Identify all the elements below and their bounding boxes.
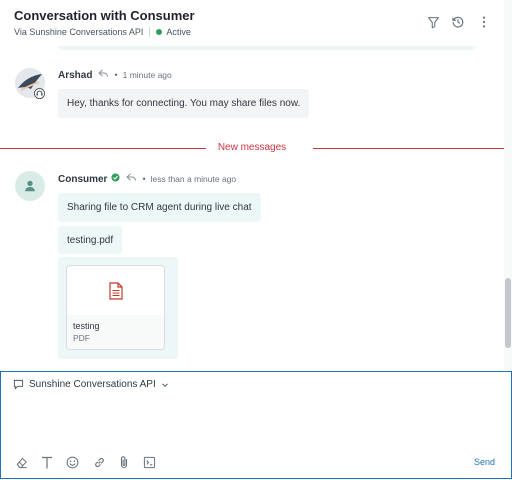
emoji-icon[interactable] <box>65 455 79 469</box>
status-indicator <box>156 29 163 35</box>
agent-name: Arshad <box>58 69 93 81</box>
page-title: Conversation with Consumer <box>14 8 195 23</box>
eraser-icon[interactable] <box>14 455 28 469</box>
attachment-info: testing PDF <box>67 315 164 349</box>
status-label: Active <box>166 27 191 37</box>
agent-message-time: 1 minute ago <box>122 70 172 80</box>
consumer-message-bubble: Sharing file to CRM agent during live ch… <box>58 193 261 222</box>
attachment-bubble: testing PDF <box>58 257 178 359</box>
link-icon[interactable] <box>92 455 106 469</box>
conversation-log[interactable]: Arshad • 1 minute ago Hey, thanks for co… <box>0 46 504 370</box>
channel-subtitle: Via Sunshine Conversations API Active <box>14 27 191 37</box>
attachment-type: PDF <box>73 333 90 343</box>
attachment-icon[interactable] <box>117 455 131 469</box>
agent-message-bubble: Hey, thanks for connecting. You may shar… <box>58 89 310 118</box>
user-icon <box>25 180 35 192</box>
consumer-message-meta: Consumer • less than a minute ago <box>58 173 236 185</box>
file-name-bubble: testing.pdf <box>58 226 123 254</box>
filter-icon[interactable] <box>425 14 441 30</box>
headset-icon <box>34 88 45 99</box>
channel-label: Via Sunshine Conversations API <box>14 27 144 37</box>
meta-separator: • <box>142 174 146 184</box>
subtitle-divider <box>149 27 151 37</box>
attachment-card[interactable]: testing PDF <box>66 265 165 350</box>
text-format-icon[interactable] <box>40 455 54 469</box>
new-messages-divider: New messages <box>0 142 504 156</box>
message-composer[interactable]: Sunshine Conversations API Send <box>0 371 512 479</box>
attachment-name: testing <box>73 321 100 331</box>
verified-icon <box>111 173 121 185</box>
consumer-name: Consumer <box>58 173 108 185</box>
channel-selector[interactable]: Sunshine Conversations API <box>13 379 169 390</box>
consumer-avatar <box>15 171 45 201</box>
chevron-down-icon <box>161 382 168 387</box>
pdf-file-icon <box>108 281 123 300</box>
reply-icon[interactable] <box>98 69 109 81</box>
history-icon[interactable] <box>450 14 466 30</box>
previous-message-bubble <box>58 46 476 50</box>
send-button[interactable]: Send <box>474 457 495 467</box>
attachment-preview <box>67 266 164 315</box>
agent-message-meta: Arshad • 1 minute ago <box>58 69 172 81</box>
more-vertical-icon[interactable] <box>476 14 492 30</box>
conversation-header: Conversation with Consumer Via Sunshine … <box>0 0 512 46</box>
consumer-message-time: less than a minute ago <box>150 174 237 184</box>
macro-icon[interactable] <box>142 455 156 469</box>
scrollbar-thumb[interactable] <box>505 278 511 348</box>
chat-bubble-icon <box>13 379 24 390</box>
meta-separator: • <box>114 70 118 80</box>
divider-line-right <box>313 148 504 149</box>
conversation-scrollbar[interactable] <box>504 0 512 370</box>
channel-selector-label: Sunshine Conversations API <box>29 379 156 390</box>
reply-icon[interactable] <box>126 173 137 185</box>
